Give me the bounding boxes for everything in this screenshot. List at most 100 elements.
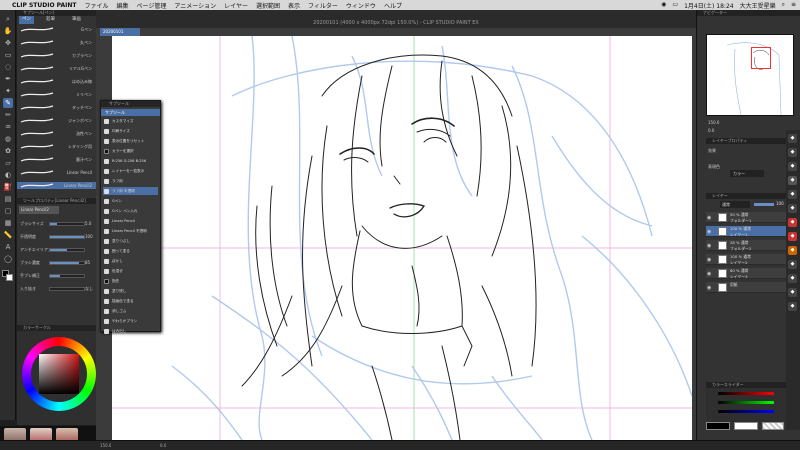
app-icon-7[interactable]: ◆ <box>788 218 797 227</box>
app-icon-1[interactable]: ◆ <box>788 134 797 143</box>
search-icon[interactable]: ⌕ <box>782 1 785 10</box>
subtool-popup-item[interactable]: R:256 G:256 B:256 <box>103 157 158 165</box>
drawing-canvas[interactable] <box>112 36 692 440</box>
select-tool-icon[interactable]: ▭ <box>3 50 13 60</box>
tool-property-slider[interactable] <box>49 235 85 239</box>
app-icon-3[interactable]: ◆ <box>788 162 797 171</box>
menu-page[interactable]: ページ管理 <box>133 1 171 10</box>
subtool-popup-item[interactable]: 塗り残し <box>103 287 158 295</box>
menu-user[interactable]: 大大王受星樂 <box>740 1 776 10</box>
subtool-popup-item[interactable]: Gペン <box>103 197 158 205</box>
eye-icon[interactable]: ◉ <box>707 229 711 235</box>
subtool-popup-item[interactable]: はみ出し <box>103 327 158 335</box>
brush-item[interactable]: ミリペン <box>17 91 96 98</box>
layer-row[interactable]: ◉ 100 % 通常 レイヤー2 <box>706 254 792 265</box>
status-zoom[interactable]: 150.0 <box>100 443 111 448</box>
lasso-tool-icon[interactable]: ◌ <box>3 62 13 72</box>
menu-layer[interactable]: レイヤー <box>220 1 252 10</box>
navigator-rotation[interactable]: 0.0 <box>708 128 738 134</box>
sub-color-chip[interactable] <box>734 422 758 430</box>
eyedropper-tool-icon[interactable]: ✒ <box>3 74 13 84</box>
tab-pencil[interactable]: 鉛筆 <box>43 16 58 24</box>
app-icon-8[interactable]: ◆ <box>788 232 797 241</box>
subtool-popup-item[interactable]: Linear Pencil 不透明 <box>103 227 158 235</box>
eye-icon[interactable]: ◉ <box>707 285 711 291</box>
brush-item[interactable]: ジャンボペン <box>17 117 96 124</box>
tool-property-value[interactable]: 85 <box>85 259 90 267</box>
subtool-popup-item[interactable]: カスタマイズ <box>103 117 158 125</box>
navigator-zoom[interactable]: 150.0 <box>708 120 738 126</box>
saturation-brightness-square[interactable] <box>39 354 79 394</box>
brush-item[interactable]: 墨汁ペン <box>17 156 96 163</box>
tab-brush[interactable]: 筆画 <box>69 16 84 24</box>
layer-row[interactable]: ◉ 100 % 通常 レイヤー1 <box>706 226 792 237</box>
blend-mode-select[interactable]: 通常 <box>720 201 750 208</box>
subtool-popup-item[interactable]: やわらかブラシ <box>103 317 158 325</box>
tool-property-value[interactable]: 5.0 <box>85 220 91 228</box>
control-center-icon[interactable]: ≡ <box>791 1 796 10</box>
expression-select[interactable]: カラー <box>730 170 764 177</box>
brush-item[interactable]: レタリング用 <box>17 143 96 150</box>
battery-icon[interactable]: ▭ <box>672 1 678 10</box>
brush-item[interactable]: Linear Pencil2 <box>17 182 96 189</box>
subtool-popup-item[interactable]: Linear Pencil <box>103 217 158 225</box>
subtool-popup-item[interactable]: 表示位置をリセット <box>103 137 158 145</box>
tool-name-field[interactable]: Linear Pencil2 <box>19 206 59 214</box>
status-angle[interactable]: 0.0 <box>160 443 166 448</box>
tool-property-value[interactable]: 100 <box>85 233 93 241</box>
menu-edit[interactable]: 編集 <box>113 1 133 10</box>
eye-icon[interactable]: ◉ <box>707 215 711 221</box>
document-tab[interactable]: 20200101 <box>100 28 140 36</box>
main-color-chip[interactable] <box>706 422 730 430</box>
balloon-tool-icon[interactable]: ◯ <box>3 254 13 264</box>
app-icon-4[interactable]: ◆ <box>788 176 797 185</box>
fill-tool-icon[interactable]: ⛽ <box>3 182 13 192</box>
menu-filter[interactable]: フィルター <box>304 1 342 10</box>
move-tool-icon[interactable]: ✥ <box>3 38 13 48</box>
subtool-popup-item[interactable]: 塗りつぶし <box>103 237 158 245</box>
layer-row[interactable]: ◉ 用紙 <box>706 282 792 293</box>
pencil-tool-icon[interactable]: ✏ <box>3 110 13 120</box>
hand-tool-icon[interactable]: ✋ <box>3 26 13 36</box>
subtool-popup-item[interactable]: カラーを選択 <box>103 147 158 155</box>
menu-file[interactable]: ファイル <box>80 1 112 10</box>
frame-tool-icon[interactable]: ▦ <box>3 218 13 228</box>
brush-item[interactable]: カブラペン <box>17 52 96 59</box>
tool-property-slider[interactable] <box>49 287 85 291</box>
brush-item[interactable]: はめ込み線 <box>17 78 96 85</box>
wifi-icon[interactable]: ◉ <box>661 1 666 10</box>
layer-row[interactable]: ◉ 60 % 通常 レイヤー3 <box>706 268 792 279</box>
eye-icon[interactable]: ◉ <box>707 271 711 277</box>
menu-animation[interactable]: アニメーション <box>170 1 220 10</box>
pen-tool-icon[interactable]: ✎ <box>3 98 13 108</box>
eye-icon[interactable]: ◉ <box>707 243 711 249</box>
blue-slider[interactable] <box>718 410 774 413</box>
subtool-popup-item[interactable]: 指先 <box>103 277 158 285</box>
brush-item[interactable]: 丸ペン <box>17 39 96 46</box>
eye-icon[interactable]: ◉ <box>707 257 711 263</box>
ruler-tool-icon[interactable]: 📏 <box>3 230 13 240</box>
figure-tool-icon[interactable]: ▢ <box>3 206 13 216</box>
menu-help[interactable]: ヘルプ <box>380 1 406 10</box>
eraser-tool-icon[interactable]: ▱ <box>3 158 13 168</box>
menu-window[interactable]: ウィンドウ <box>342 1 380 10</box>
subtool-popup-item[interactable]: 色混ぜ <box>103 267 158 275</box>
app-icon-12[interactable]: ◆ <box>788 288 797 297</box>
menu-view[interactable]: 表示 <box>284 1 304 10</box>
app-menu[interactable]: CLIP STUDIO PAINT <box>8 2 80 9</box>
tool-property-slider[interactable] <box>49 261 85 265</box>
subtool-popup-item[interactable]: レイヤーを一覧表示 <box>103 167 158 175</box>
layer-opacity-slider[interactable] <box>754 203 774 206</box>
brush-item[interactable]: Gペン <box>17 26 96 33</box>
menu-clock[interactable]: 1月4日(土) 18:24 <box>684 1 734 10</box>
tool-property-slider[interactable] <box>49 248 85 252</box>
app-icon-2[interactable]: ◆ <box>788 148 797 157</box>
subtool-popup-item[interactable]: ラフ用 半透明 <box>103 187 158 195</box>
brush-item[interactable]: タッチペン <box>17 104 96 111</box>
brush-item[interactable]: Linear Pencil <box>17 169 96 176</box>
sub-color-swatch[interactable] <box>6 274 13 281</box>
green-slider[interactable] <box>718 401 774 404</box>
transparent-color-chip[interactable] <box>762 422 784 430</box>
navigator-preview[interactable] <box>706 34 794 116</box>
menu-selection[interactable]: 選択範囲 <box>252 1 284 10</box>
